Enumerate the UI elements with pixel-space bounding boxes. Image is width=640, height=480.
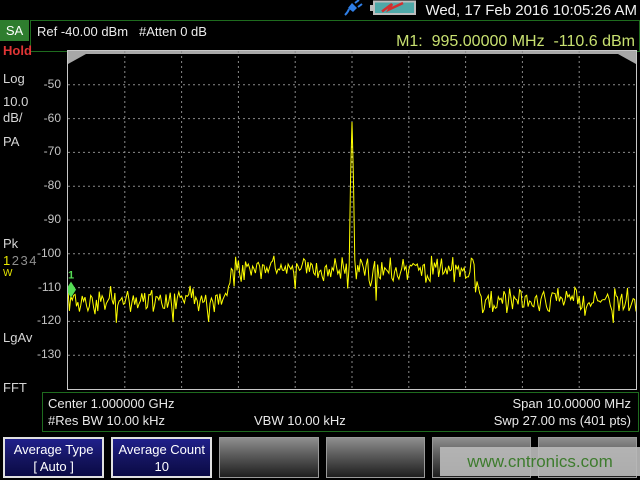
resolution-bandwidth-label: #Res BW 10.00 kHz	[48, 413, 165, 428]
softkey-average-type[interactable]: Average Type [ Auto ]	[3, 437, 104, 478]
battery-icon	[370, 0, 418, 22]
y-axis-labels: -50 -60 -70 -80 -90 -100 -110 -120 -130	[0, 50, 63, 388]
y-axis-tick-label: -130	[0, 347, 61, 361]
softkey-label: Average Count	[119, 441, 206, 458]
softkey-average-count[interactable]: Average Count 10	[111, 437, 212, 478]
marker-readout: M1: 995.00000 MHz -110.6 dBm	[396, 33, 635, 51]
graticule-plot-area: 1	[67, 50, 637, 390]
softkey-value: [ Auto ]	[33, 458, 73, 475]
top-annotation-box: Ref -40.00 dBm #Atten 0 dB M1: 995.00000…	[30, 20, 640, 52]
ref-level-label: Ref -40.00 dBm	[37, 24, 128, 39]
y-axis-tick-label: -60	[0, 111, 61, 125]
center-frequency-label: Center 1.000000 GHz	[48, 396, 174, 411]
spectrum-trace-chart: 1	[68, 51, 636, 389]
bottom-annotation-box: Center 1.000000 GHz Span 10.00000 MHz #R…	[42, 392, 639, 432]
softkey-label: Average Type	[14, 441, 94, 458]
sweep-time-label: Swp 27.00 ms (401 pts)	[494, 413, 631, 428]
marker-1-number: 1	[68, 270, 74, 282]
top-status-bar: Wed, 17 Feb 2016 10:05:26 AM	[0, 0, 640, 20]
y-axis-tick-label: -70	[0, 144, 61, 158]
y-axis-tick-label: -50	[0, 77, 61, 91]
graticule-gridlines	[68, 51, 636, 389]
y-axis-tick-label: -110	[0, 280, 61, 294]
date-time: Wed, 17 Feb 2016 10:05:26 AM	[425, 2, 637, 19]
power-plug-icon	[343, 0, 363, 22]
span-label: Span 10.00000 MHz	[512, 396, 631, 411]
y-axis-tick-label: -120	[0, 313, 61, 327]
video-bandwidth-label: VBW 10.00 kHz	[254, 413, 346, 428]
y-axis-tick-label: -100	[0, 246, 61, 260]
softkey-blank-2[interactable]	[326, 437, 425, 478]
spectrum-analyzer-screen: { "top_bar": { "date_time": "Wed, 17 Feb…	[0, 0, 640, 480]
y-axis-tick-label: -90	[0, 212, 61, 226]
softkey-blank-1[interactable]	[219, 437, 318, 478]
attenuation-label: #Atten 0 dB	[139, 24, 207, 39]
watermark: www.cntronics.com	[440, 447, 640, 476]
softkey-value: 10	[155, 458, 169, 475]
mode-badge-sa: SA	[0, 20, 29, 41]
y-axis-tick-label: -80	[0, 178, 61, 192]
